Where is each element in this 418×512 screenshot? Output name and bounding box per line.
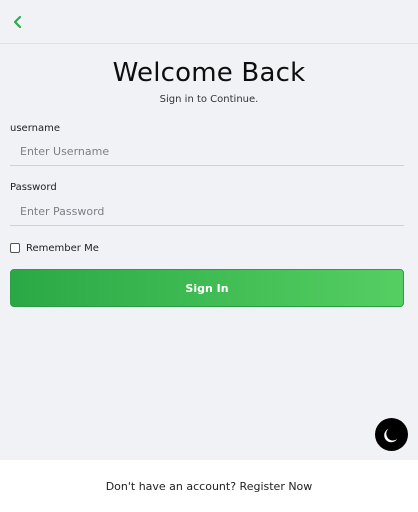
page-subtitle: Sign in to Continue. — [159, 94, 259, 105]
password-label: Password — [10, 182, 57, 193]
page-title: Welcome Back — [112, 58, 306, 88]
top-bar — [0, 0, 418, 44]
username-label: username — [10, 123, 60, 134]
back-button[interactable] — [9, 13, 27, 31]
sign-in-button[interactable]: Sign In — [10, 269, 404, 307]
footer: Don't have an account? Register Now — [0, 460, 418, 512]
remember-me-checkbox[interactable] — [10, 243, 20, 253]
remember-me[interactable]: Remember Me — [10, 241, 99, 255]
theme-toggle-button[interactable] — [375, 418, 408, 451]
password-input[interactable] — [10, 198, 404, 226]
register-link[interactable]: Don't have an account? Register Now — [106, 480, 313, 493]
moon-icon — [383, 428, 397, 442]
chevron-left-icon — [13, 15, 22, 29]
remember-me-label: Remember Me — [26, 242, 99, 254]
username-input[interactable] — [10, 138, 404, 166]
